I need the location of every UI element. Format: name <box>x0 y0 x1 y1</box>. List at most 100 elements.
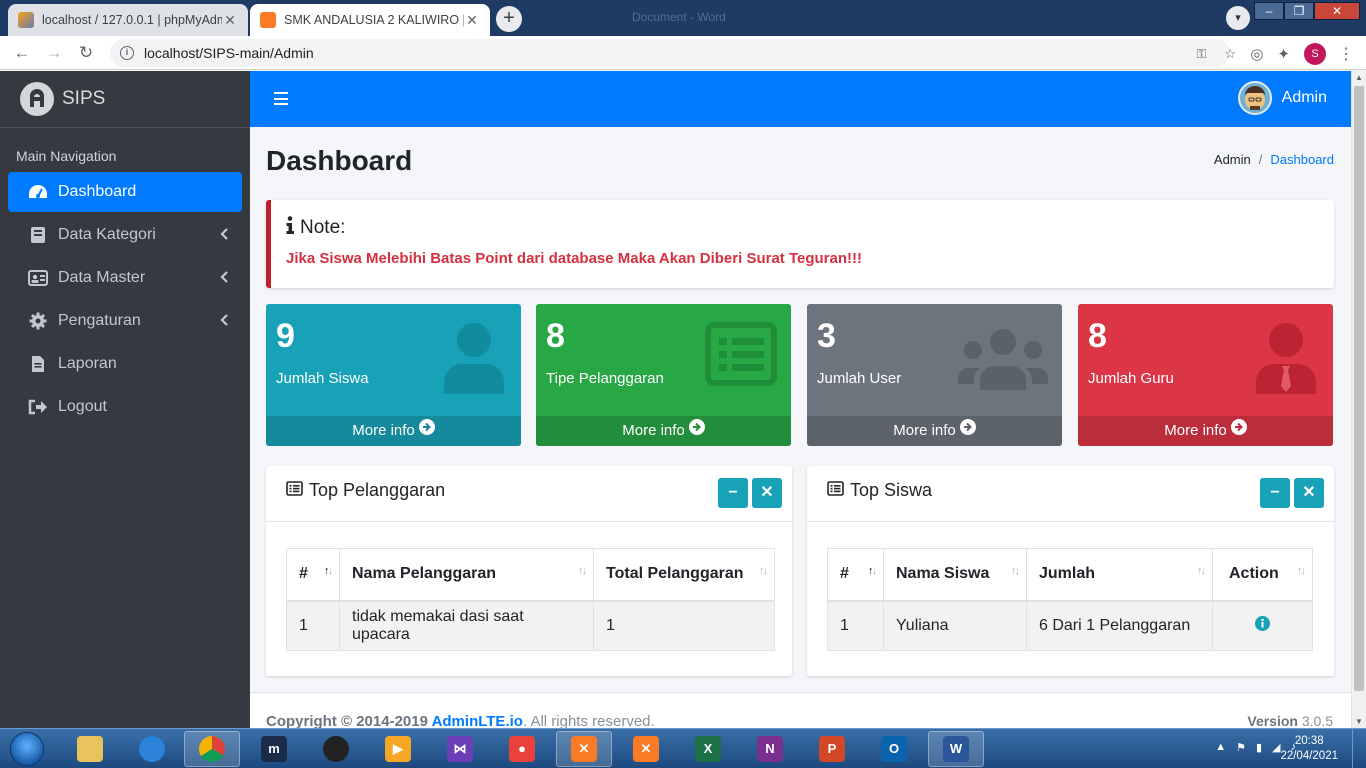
xampp-control-taskbar-icon[interactable]: ✕ <box>618 731 674 767</box>
stat-value: 9 <box>276 317 295 355</box>
close-tab-icon[interactable]: ✕ <box>222 12 238 29</box>
powerpoint-taskbar-icon[interactable]: P <box>804 731 860 767</box>
column-header[interactable]: # ↑↓ <box>286 548 340 602</box>
sidebar-item-data-kategori[interactable]: Data Kategori <box>8 215 242 255</box>
tab-search-button[interactable]: ▾ <box>1226 6 1250 30</box>
url-field[interactable]: i localhost/SIPS-main/Admin <box>110 39 1230 67</box>
media-taskbar-icon[interactable]: ▶ <box>370 731 426 767</box>
onenote-taskbar-icon[interactable]: N <box>742 731 798 767</box>
key-icon[interactable]: ⚿ <box>1196 46 1206 62</box>
extension-icon[interactable]: ◎ <box>1250 45 1263 63</box>
browser-menu-icon[interactable]: ⋮ <box>1338 44 1354 64</box>
info-circle-icon[interactable] <box>1255 615 1270 635</box>
sort-icon: ↑↓ <box>578 565 587 577</box>
breadcrumb-home[interactable]: Admin <box>1214 152 1251 167</box>
note-callout: Note: Jika Siswa Melebihi Batas Point da… <box>266 200 1334 288</box>
stat-box-jumlah-guru: 8 Jumlah Guru More info <box>1078 304 1333 446</box>
excel-taskbar-icon[interactable]: X <box>680 731 736 767</box>
word-taskbar-icon[interactable]: W <box>928 731 984 767</box>
puzzle-icon[interactable]: ✦ <box>1277 45 1290 63</box>
omnibox-actions: ⚿ ☆ <box>1196 46 1236 62</box>
new-tab-button[interactable]: + <box>496 6 522 32</box>
clock-date: 22/04/2021 <box>1280 750 1338 762</box>
scroll-down-icon[interactable]: ▼ <box>1355 717 1363 726</box>
arrow-circle-right-icon <box>1230 416 1247 446</box>
battery-icon[interactable]: ▮ <box>1256 741 1262 754</box>
profile-avatar[interactable]: S <box>1304 43 1326 65</box>
card-top-siswa: Top Siswa − ✕ # ↑↓ Nama Siswa ↑↓ Jumlah ↑↓ … <box>807 466 1334 676</box>
more-info-link[interactable]: More info <box>807 416 1062 446</box>
site-info-icon[interactable]: i <box>120 46 134 60</box>
minimize-button[interactable]: – <box>1254 2 1284 20</box>
brand-link[interactable]: SIPS <box>0 71 250 128</box>
sidebar-item-label: Data Kategori <box>58 226 156 243</box>
menu-toggle-icon[interactable] <box>274 92 288 109</box>
outlook-taskbar-icon[interactable]: O <box>866 731 922 767</box>
tab-phpmyadmin[interactable]: localhost / 127.0.0.1 | phpMyAdmin ✕ <box>8 4 248 36</box>
sort-icon: ↑↓ <box>1197 565 1206 577</box>
cell-nama-pelanggaran: tidak memakai dasi saat upacara <box>339 600 594 651</box>
scrollbar-thumb[interactable] <box>1354 86 1364 691</box>
signal-icon[interactable]: ◢ <box>1272 741 1280 754</box>
tab-sips-dashboard[interactable]: SMK ANDALUSIA 2 KALIWIRO | Dashboard ✕ <box>250 4 490 36</box>
stat-box-tipe-pelanggaran: 8 Tipe Pelanggaran More info <box>536 304 791 446</box>
sidebar-item-label: Laporan <box>58 355 117 372</box>
column-header[interactable]: Nama Pelanggaran ↑↓ <box>339 548 594 602</box>
column-header[interactable]: Action ↑↓ <box>1212 548 1313 602</box>
list-alt-icon <box>705 322 777 390</box>
column-header[interactable]: Jumlah ↑↓ <box>1026 548 1213 602</box>
remove-button[interactable]: ✕ <box>1294 478 1324 508</box>
more-info-link[interactable]: More info <box>536 416 791 446</box>
chrome-taskbar-icon[interactable] <box>184 731 240 767</box>
column-header[interactable]: Nama Siswa ↑↓ <box>883 548 1027 602</box>
collapse-button[interactable]: − <box>1260 478 1290 508</box>
chevron-left-icon <box>220 270 228 288</box>
forward-icon[interactable]: → <box>42 41 66 65</box>
explorer-taskbar-icon[interactable] <box>62 731 118 767</box>
stat-box-jumlah-user: 3 Jumlah User More info <box>807 304 1062 446</box>
id-card-icon <box>28 270 48 286</box>
close-tab-icon[interactable]: ✕ <box>464 12 480 29</box>
more-info-link[interactable]: More info <box>266 416 521 446</box>
sidebar-item-laporan[interactable]: Laporan <box>8 344 242 384</box>
inkscape-taskbar-icon[interactable] <box>308 731 364 767</box>
phpmyadmin-icon <box>18 12 34 28</box>
show-desktop-button[interactable] <box>1352 729 1366 768</box>
column-header[interactable]: # ↑↓ <box>827 548 884 602</box>
ie-taskbar-icon[interactable] <box>124 731 180 767</box>
more-info-link[interactable]: More info <box>1078 416 1333 446</box>
avatar <box>1237 81 1272 115</box>
reload-icon[interactable]: ↻ <box>74 41 98 65</box>
users-icon <box>958 326 1048 394</box>
bookmark-star-icon[interactable]: ☆ <box>1224 46 1236 62</box>
page-scrollbar[interactable]: ▲ ▼ <box>1351 71 1366 728</box>
more-info-label: More info <box>893 422 956 439</box>
sidebar-item-dashboard[interactable]: Dashboard <box>8 172 242 212</box>
window-close-button[interactable]: ✕ <box>1314 2 1360 20</box>
stat-label: Jumlah Guru <box>1088 370 1174 387</box>
back-icon[interactable]: ← <box>10 41 34 65</box>
xampp-taskbar-icon[interactable]: ✕ <box>556 731 612 767</box>
user-menu[interactable]: Admin <box>1237 81 1327 115</box>
remove-button[interactable]: ✕ <box>752 478 782 508</box>
visual-studio-taskbar-icon[interactable]: ⋈ <box>432 731 488 767</box>
start-button[interactable] <box>10 732 44 766</box>
sidebar-item-pengaturan[interactable]: Pengaturan <box>8 301 242 341</box>
maximize-button[interactable]: ❐ <box>1284 2 1314 20</box>
network-icon[interactable]: ⚑ <box>1236 741 1246 754</box>
sidebar-item-logout[interactable]: Logout <box>8 387 242 427</box>
table-header-row: # ↑↓ Nama Pelanggaran ↑↓ Total Pelanggaran… <box>286 548 775 602</box>
system-clock[interactable]: 20:38 22/04/2021 <box>1280 734 1338 764</box>
tray-expand-icon[interactable]: ▲ <box>1215 741 1226 754</box>
stat-label: Jumlah Siswa <box>276 370 369 387</box>
collapse-button[interactable]: − <box>718 478 748 508</box>
recorder-taskbar-icon[interactable]: ● <box>494 731 550 767</box>
note-text: Jika Siswa Melebihi Batas Point dari dat… <box>286 250 862 267</box>
column-header[interactable]: Total Pelanggaran ↑↓ <box>593 548 775 602</box>
app-taskbar-icon[interactable]: m <box>246 731 302 767</box>
scroll-up-icon[interactable]: ▲ <box>1355 73 1363 82</box>
browser-tab-strip: localhost / 127.0.0.1 | phpMyAdmin ✕ SMK… <box>0 0 1366 36</box>
top-pelanggaran-table: # ↑↓ Nama Pelanggaran ↑↓ Total Pelanggaran… <box>286 548 775 651</box>
page-title: Dashboard <box>266 145 413 176</box>
sidebar-item-data-master[interactable]: Data Master <box>8 258 242 298</box>
